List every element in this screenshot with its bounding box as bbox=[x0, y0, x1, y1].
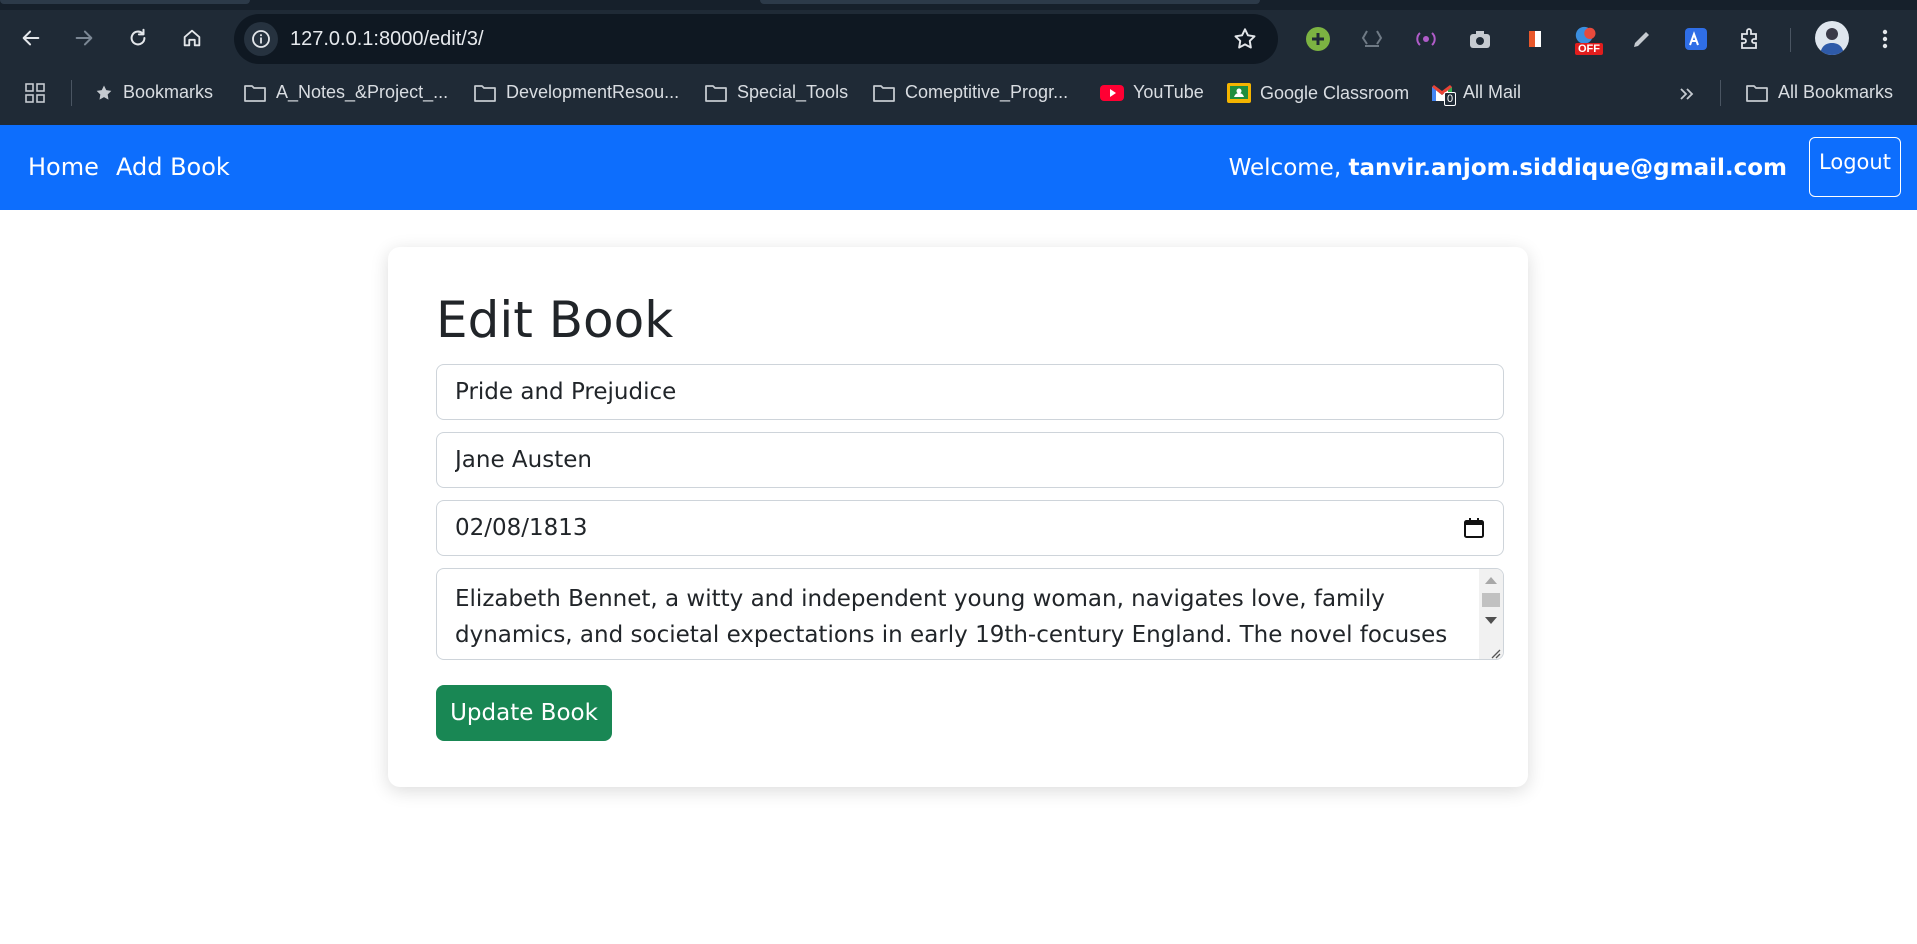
youtube-icon bbox=[1100, 84, 1124, 101]
bookmark-label: Bookmarks bbox=[123, 82, 214, 102]
url-text[interactable]: 127.0.0.1:8000/edit/3/ bbox=[290, 28, 484, 51]
update-book-button[interactable]: Update Book bbox=[436, 685, 612, 741]
address-bar[interactable]: 127.0.0.1:8000/edit/3/ bbox=[234, 14, 1278, 64]
title-input[interactable] bbox=[436, 364, 1504, 420]
app-navbar: Home Add Book Welcome, tanvir.anjom.sidd… bbox=[0, 125, 1917, 210]
bookmark-label: Special_Tools bbox=[737, 82, 849, 102]
bookmark-google-classroom[interactable]: Google Classroom bbox=[1227, 82, 1409, 104]
mail-count-badge: 0 bbox=[1444, 92, 1457, 106]
description-text: Elizabeth Bennet, a witty and independen… bbox=[455, 586, 1448, 659]
scroll-thumb[interactable] bbox=[1482, 593, 1500, 607]
extension-off-icon[interactable]: OFF bbox=[1573, 24, 1603, 55]
extension-add-icon[interactable] bbox=[1303, 24, 1333, 54]
tab-strip bbox=[0, 0, 1917, 10]
edit-book-card: Edit Book 02/08/1813 Elizabeth Bennet, a… bbox=[388, 247, 1528, 787]
textarea-scrollbar[interactable] bbox=[1479, 569, 1503, 659]
bookmark-folder-special-tools[interactable]: Special_Tools bbox=[704, 82, 848, 103]
resize-grip-icon[interactable] bbox=[1487, 645, 1501, 659]
all-bookmarks-folder[interactable]: All Bookmarks bbox=[1745, 82, 1893, 103]
bookmarks-divider bbox=[1720, 80, 1721, 106]
browser-chrome: 127.0.0.1:8000/edit/3/ OFF Bookmarks A_N… bbox=[0, 0, 1917, 125]
bookmark-label: All Mail bbox=[1463, 82, 1522, 102]
reload-icon bbox=[130, 28, 146, 46]
page-title: Edit Book bbox=[436, 291, 674, 349]
extension-flag-icon[interactable] bbox=[1519, 24, 1549, 54]
bookmark-star-icon[interactable] bbox=[1232, 26, 1258, 56]
extensions-puzzle-icon[interactable] bbox=[1735, 24, 1765, 54]
site-info-icon[interactable] bbox=[244, 22, 278, 56]
forward-button[interactable] bbox=[62, 16, 106, 60]
bookmark-folder-competitive[interactable]: Comeptitive_Progr... bbox=[872, 82, 1068, 103]
home-button[interactable] bbox=[170, 16, 214, 60]
date-value: 02/08/1813 bbox=[455, 515, 588, 541]
welcome-message: Welcome, tanvir.anjom.siddique@gmail.com bbox=[1229, 155, 1787, 181]
author-input[interactable] bbox=[436, 432, 1504, 488]
bookmark-label: YouTube bbox=[1133, 82, 1204, 102]
extension-translate-icon[interactable] bbox=[1681, 24, 1711, 54]
arrow-right-icon bbox=[75, 30, 93, 46]
bookmark-folder-development[interactable]: DevelopmentResou... bbox=[473, 82, 679, 103]
star-icon bbox=[96, 85, 112, 100]
scroll-up-arrow-icon[interactable] bbox=[1485, 577, 1497, 584]
folder-icon bbox=[244, 84, 266, 102]
bookmark-youtube[interactable]: YouTube bbox=[1100, 82, 1204, 103]
back-button[interactable] bbox=[9, 16, 53, 60]
logout-button[interactable]: Logout bbox=[1809, 137, 1901, 197]
browser-menu-icon[interactable] bbox=[1870, 24, 1900, 54]
extension-broadcast-icon[interactable] bbox=[1411, 24, 1441, 54]
welcome-prefix: Welcome, bbox=[1228, 155, 1349, 181]
calendar-icon[interactable] bbox=[1463, 517, 1485, 543]
description-textarea[interactable]: Elizabeth Bennet, a witty and independen… bbox=[436, 568, 1504, 660]
extension-off-badge: OFF bbox=[1575, 43, 1603, 55]
bookmarks-bar: Bookmarks A_Notes_&Project_... Developme… bbox=[0, 72, 1917, 118]
scroll-down-arrow-icon[interactable] bbox=[1485, 617, 1497, 624]
user-email: tanvir.anjom.siddique@gmail.com bbox=[1348, 155, 1787, 181]
toolbar-divider bbox=[1790, 28, 1791, 52]
bookmark-label: Google Classroom bbox=[1260, 82, 1410, 103]
apps-grid-icon[interactable] bbox=[24, 82, 55, 104]
extension-camera-icon[interactable] bbox=[1465, 24, 1495, 54]
tab-edge bbox=[0, 0, 250, 4]
bookmark-all-mail[interactable]: 0 All Mail bbox=[1430, 82, 1522, 106]
extension-pen-icon[interactable] bbox=[1627, 24, 1657, 54]
bookmarks-divider bbox=[71, 80, 72, 106]
folder-icon bbox=[1746, 84, 1768, 102]
extension-recycle-icon[interactable] bbox=[1357, 24, 1387, 54]
nav-home-link[interactable]: Home bbox=[28, 153, 99, 181]
profile-avatar[interactable] bbox=[1815, 21, 1849, 55]
tab-edge bbox=[760, 0, 1260, 4]
reload-button[interactable] bbox=[116, 16, 160, 60]
browser-toolbar: 127.0.0.1:8000/edit/3/ OFF bbox=[0, 10, 1917, 67]
bookmark-label: A_Notes_&Project_... bbox=[276, 82, 449, 102]
bookmark-label: Comeptitive_Progr... bbox=[905, 82, 1069, 102]
folder-icon bbox=[705, 84, 727, 102]
more-bookmarks-chevron-icon[interactable] bbox=[1677, 84, 1706, 104]
published-date-input[interactable]: 02/08/1813 bbox=[436, 500, 1504, 556]
bookmark-folder-notes[interactable]: A_Notes_&Project_... bbox=[243, 82, 448, 103]
nav-add-book-link[interactable]: Add Book bbox=[116, 153, 230, 181]
folder-icon bbox=[474, 84, 496, 102]
home-icon bbox=[183, 29, 201, 47]
arrow-left-icon bbox=[22, 30, 40, 46]
bookmark-label: DevelopmentResou... bbox=[506, 82, 680, 102]
folder-icon bbox=[873, 84, 895, 102]
bookmark-bookmarks[interactable]: Bookmarks bbox=[94, 82, 213, 103]
all-bookmarks-label: All Bookmarks bbox=[1778, 82, 1894, 102]
classroom-icon bbox=[1227, 83, 1251, 103]
